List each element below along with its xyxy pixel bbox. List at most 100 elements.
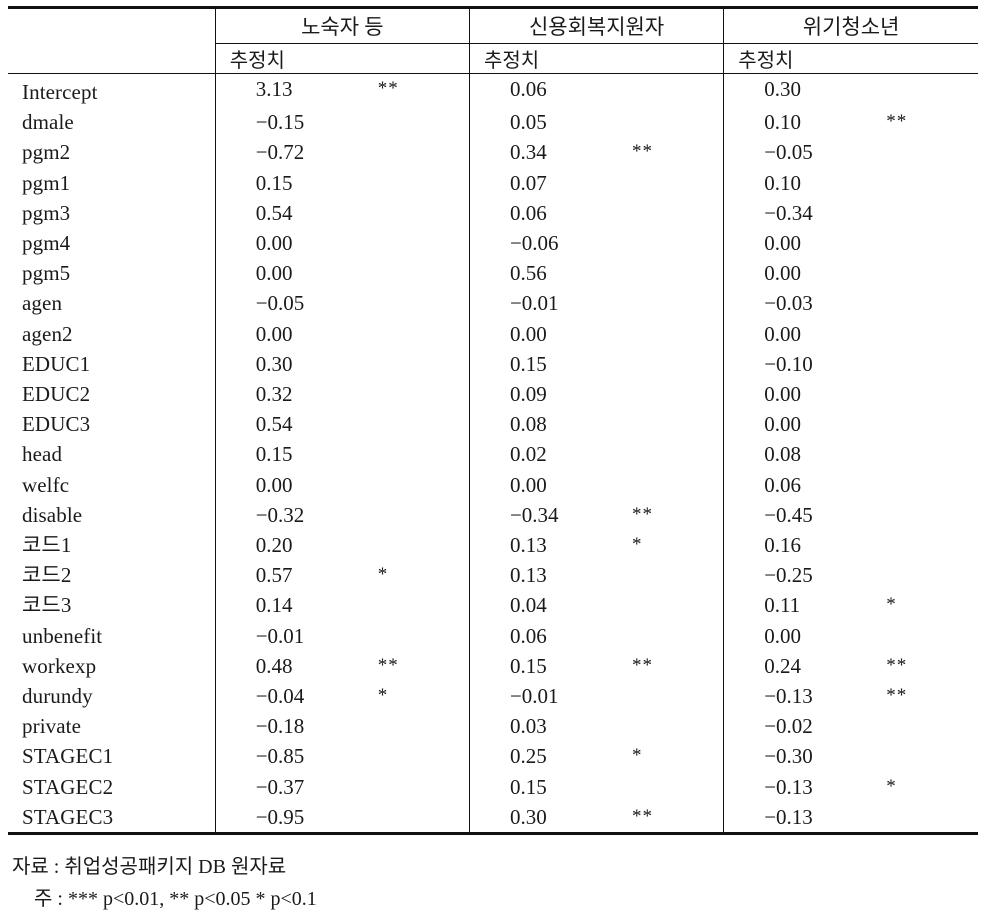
row-cell-group1: 0.05 [468,107,724,138]
source-note: 자료 : 취업성공패키지 DB 원자료 [12,856,287,879]
significance-marker: ** [886,685,908,707]
row-variable: private [22,714,82,739]
row-cell-group1: −0.34 ** [468,499,724,531]
row-cell-group0: 0.57 * [214,560,470,591]
row-cell-group0: −0.32 [214,499,470,531]
row-cell-group1: 0.00 [468,469,724,500]
row-cell-group1: 0.15 ** [468,650,724,682]
estimate-value: 0.24 [764,653,801,678]
variable-column-header [8,9,215,44]
estimate-value: 0.00 [764,382,801,407]
row-variable: welfc [22,472,70,497]
table-row: dmale −0.15 0.05 0.10 ** [8,107,978,138]
row-cell-group0: −0.05 [214,288,470,319]
row-cell-group0: 0.00 [214,469,470,500]
significance-marker: ** [631,503,653,525]
row-cell-group0: −0.72 [214,137,470,168]
row-cell-group1: 0.09 [468,379,724,410]
estimate-value: 0.09 [509,382,547,407]
table-row: STAGEC1 −0.85 0.25 * −0.30 [8,741,978,772]
row-cell-group0: 0.32 [214,379,470,410]
table-row: pgm2 −0.72 0.34 ** −0.05 [8,137,978,168]
row-variable: agen [22,291,63,316]
row-cell-group1: 0.30 ** [468,801,724,834]
table-row: 코드2 0.57 * 0.13 −0.25 [8,560,978,591]
estimate-value: 0.15 [509,653,547,678]
group-header-2: 위기청소년 [723,9,978,44]
estimate-value: 0.30 [764,77,801,101]
row-cell-group1: 0.15 [468,348,724,380]
significance-marker: * [886,775,897,797]
estimate-value: −0.02 [764,714,813,739]
estimate-value: 0.25 [509,744,547,769]
estimate-value: −0.37 [255,774,305,799]
row-variable: head [22,442,63,467]
row-variable: dmale [22,110,74,135]
row-variable: STAGEC2 [22,774,114,799]
table-row: EDUC2 0.32 0.09 0.00 [8,379,978,410]
estimate-value: −0.05 [764,140,813,165]
row-cell-group2: −0.02 [723,711,978,742]
row-cell-group0: 0.00 [214,258,470,289]
estimate-value: −0.13 [764,774,813,799]
estimate-value: −0.04 [255,684,305,709]
table-row: pgm3 0.54 0.06 −0.34 [8,197,978,229]
row-variable: pgm2 [22,140,71,165]
row-variable: agen2 [22,321,73,346]
row-cell-group2: 0.10 ** [723,107,978,138]
row-cell-group2: −0.10 [723,348,978,380]
row-cell-group0: 0.00 [214,318,470,349]
estimate-value: 0.30 [509,804,547,829]
row-variable: STAGEC3 [22,804,114,829]
row-cell-group0: −0.15 [214,107,470,138]
estimate-value: −0.45 [764,502,813,527]
significance-marker: ** [377,654,399,676]
significance-marker: * [377,564,389,586]
row-cell-group1: 0.03 [468,711,724,742]
estimate-value: 0.06 [764,472,801,497]
row-cell-group2: 0.00 [723,318,978,349]
row-cell-group1: 0.07 [468,167,724,198]
estimate-value: 0.08 [509,412,547,437]
row-cell-group1: 0.25 * [468,741,724,772]
estimate-value: −0.13 [764,804,813,829]
significance-marker: ** [886,654,908,676]
significance-marker: ** [631,141,653,163]
row-variable: workexp [22,653,97,678]
estimate-value: 0.15 [509,774,547,799]
row-cell-group2: 0.06 [723,469,978,500]
row-cell-group0: 0.30 [214,348,470,380]
row-cell-group1: 0.04 [468,590,724,621]
estimate-value: 0.06 [509,200,547,225]
table-body: 노숙자 등 신용회복지원자 위기청소년 추정치 추정치 추정치 Intercep… [8,6,978,836]
row-variable: pgm3 [22,200,71,225]
table-row: durundy −0.04 * −0.01 −0.13 ** [8,681,978,712]
estimate-value: 0.57 [255,563,293,588]
estimate-value: 0.03 [509,714,547,739]
estimate-value: 0.16 [764,533,801,558]
estimate-value: 0.05 [509,110,547,135]
row-cell-group0: 0.14 [214,590,470,621]
estimate-value: −0.34 [764,200,813,225]
row-cell-group0: −0.37 [214,771,470,802]
estimate-value: −0.13 [764,684,813,709]
estimate-value: −0.32 [255,502,305,527]
row-cell-group1: 0.00 [468,318,724,349]
significance-marker: ** [886,111,908,133]
table-row: welfc 0.00 0.00 0.06 [8,469,978,500]
group-header-1: 신용회복지원자 [468,9,724,44]
estimate-value: 0.54 [255,200,293,225]
row-cell-group2: 0.24 ** [723,650,978,682]
row-variable: 코드1 [22,533,72,558]
estimate-value: 0.13 [509,533,547,558]
row-variable: Intercept [22,80,98,104]
row-variable: 코드2 [22,563,72,588]
significance-note: 주 : *** p<0.01, ** p<0.05 * p<0.1 [34,888,317,911]
row-variable: STAGEC1 [22,744,114,769]
estimate-value: 0.10 [764,170,801,195]
row-cell-group1: 0.06 [468,620,724,651]
row-cell-group0: 0.00 [214,228,470,259]
row-cell-group1: 0.02 [468,439,724,470]
estimate-value: 0.00 [509,321,547,346]
row-cell-group2: 0.30 [723,73,978,108]
